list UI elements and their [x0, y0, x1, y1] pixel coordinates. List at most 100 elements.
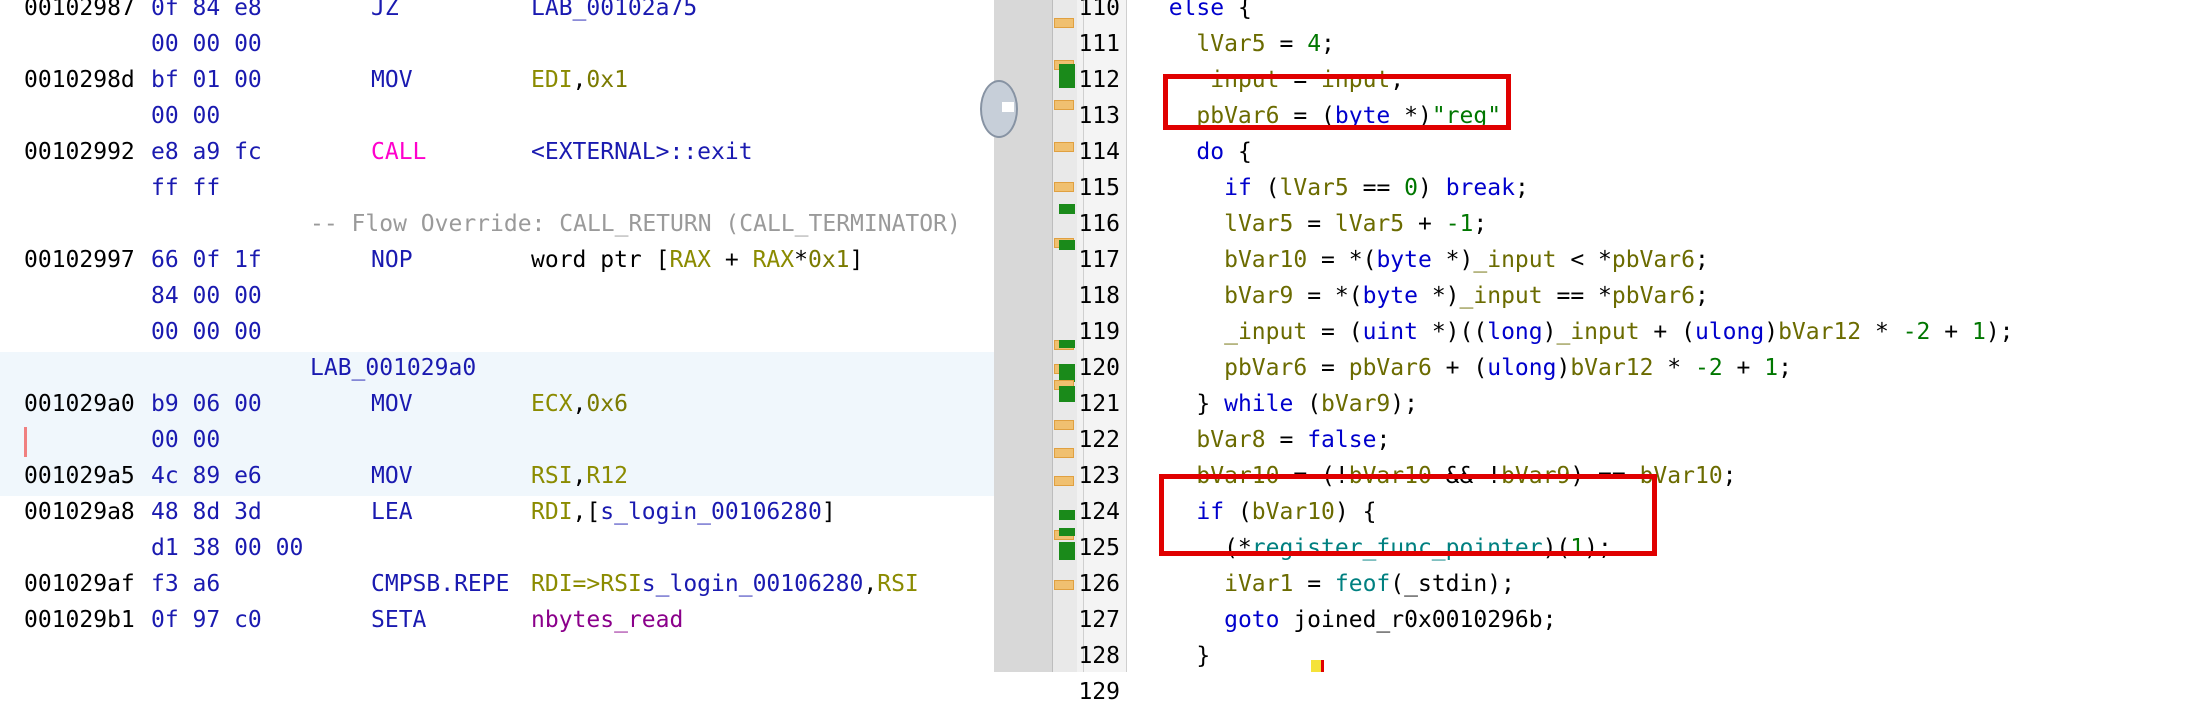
operand[interactable]: RSI,R12: [531, 458, 628, 494]
operand[interactable]: RDI=>RSIs_login_00106280,RSI: [531, 566, 919, 602]
overview-marker-orange[interactable]: [1054, 420, 1074, 430]
operand[interactable]: ECX,0x6: [531, 386, 628, 422]
instruction-bytes: 0f 84 e8: [151, 0, 262, 21]
code-line[interactable]: }: [1141, 638, 1210, 672]
overview-marker-orange[interactable]: [1054, 142, 1074, 152]
operand-number: 0x6: [586, 391, 628, 417]
code-line[interactable]: lVar5 = 4;: [1141, 26, 1335, 62]
code-line[interactable]: iVar1 = feof(_stdin);: [1141, 566, 1515, 602]
overview-marker-orange[interactable]: [1054, 448, 1074, 458]
address: 001029b1: [24, 607, 135, 633]
listing-row[interactable]: 84 00 00: [0, 278, 994, 314]
listing-row[interactable]: 001029a8 48 8d 3d LEA RDI,[s_login_00106280…: [0, 494, 994, 530]
operand[interactable]: EDI,0x1: [531, 62, 628, 98]
operand-number: 0x1: [807, 247, 850, 273]
code-line[interactable]: } while (bVar9);: [1141, 386, 1418, 422]
mnemonic: MOV: [371, 67, 413, 93]
listing-row[interactable]: 001029a5 4c 89 e6 MOV RSI,R12: [0, 458, 994, 494]
line-number: 125: [1078, 535, 1120, 561]
overview-marker-green[interactable]: [1059, 542, 1075, 560]
operand[interactable]: nbytes_read: [531, 602, 683, 638]
code-line[interactable]: bVar10 = *(byte *)_input < *pbVar6;: [1141, 242, 1709, 278]
listing-row[interactable]: ff ff: [0, 170, 994, 206]
highlight-box-register-call: [1159, 474, 1657, 556]
instruction-bytes: bf 01 00: [151, 67, 262, 93]
listing-row[interactable]: 001029b1 0f 97 c0 SETA nbytes_read: [0, 602, 994, 638]
pane-divider[interactable]: [980, 0, 1052, 672]
overview-marker-green[interactable]: [1059, 510, 1075, 520]
address: 00102997: [24, 247, 135, 273]
operand-register: RDI: [531, 499, 573, 525]
address: 00102992: [24, 139, 135, 165]
overview-marker-green[interactable]: [1059, 386, 1075, 402]
operand-reference: s_login_00106280: [600, 499, 822, 525]
operand-reference: s_login_00106280: [641, 571, 864, 597]
label-row[interactable]: LAB_001029a0: [0, 350, 994, 386]
operand[interactable]: word ptr [RAX + RAX*0x1]: [531, 242, 863, 278]
code-line[interactable]: goto joined_r0x0010296b;: [1141, 602, 1556, 638]
code-line[interactable]: if (lVar5 == 0) break;: [1141, 170, 1529, 206]
overview-marker-green[interactable]: [1059, 204, 1075, 214]
listing-row[interactable]: 001029a0 b9 06 00 MOV ECX,0x6: [0, 386, 994, 422]
operand[interactable]: LAB_00102a75: [531, 0, 697, 26]
operand-register: EDI: [531, 67, 573, 93]
listing-row[interactable]: 001029af f3 a6 CMPSB.REPE RDI=>RSIs_login_0…: [0, 566, 994, 602]
line-number: 113: [1078, 103, 1120, 129]
instruction-bytes: b9 06 00: [151, 391, 262, 417]
operand-register-2: RAX: [752, 247, 795, 273]
code-line[interactable]: else {: [1141, 0, 1252, 26]
overview-marker-green[interactable]: [1059, 528, 1075, 536]
operand[interactable]: <EXTERNAL>::exit: [531, 134, 753, 170]
address: 001029a8: [24, 499, 135, 525]
instruction-bytes: 0f 97 c0: [151, 607, 262, 633]
mnemonic: LEA: [371, 499, 413, 525]
overview-marker-green[interactable]: [1059, 240, 1075, 250]
line-number: 129: [1078, 679, 1120, 705]
overview-marker-orange[interactable]: [1054, 580, 1074, 590]
listing-row[interactable]: 00102997 66 0f 1f NOP word ptr [RAX + RAX*0…: [0, 242, 994, 278]
listing-row[interactable]: 00 00 00: [0, 314, 994, 350]
instruction-bytes: 00 00 00: [151, 31, 262, 57]
listing-row[interactable]: 00 00 00: [0, 26, 994, 62]
listing-row[interactable]: 00 00: [0, 422, 994, 458]
code-line[interactable]: bVar9 = *(byte *)_input == *pbVar6;: [1141, 278, 1709, 314]
instruction-bytes: f3 a6: [151, 571, 221, 597]
line-number: 126: [1078, 571, 1120, 597]
listing-row[interactable]: 00 00: [0, 98, 994, 134]
decompiler-pane[interactable]: else { lVar5 = 4; input = input; pbVar6 …: [1127, 0, 2204, 672]
overview-marker-orange[interactable]: [1054, 476, 1074, 486]
listing-row[interactable]: 0010298d bf 01 00 MOV EDI,0x1: [0, 62, 994, 98]
overview-bar[interactable]: [1052, 0, 1078, 672]
operand-register: RDI=>: [531, 571, 601, 597]
highlight-box-reg-string: [1163, 74, 1511, 130]
overview-marker-orange[interactable]: [1054, 100, 1074, 110]
mnemonic: CMPSB.REPE: [371, 571, 510, 597]
line-number: 111: [1078, 31, 1120, 57]
code-line[interactable]: lVar5 = lVar5 + -1;: [1141, 206, 1487, 242]
line-number: 122: [1078, 427, 1120, 453]
operand-multiply: *: [794, 247, 808, 273]
overview-marker-green[interactable]: [1059, 64, 1075, 88]
operand-separator: ,: [572, 463, 587, 489]
overview-marker-green[interactable]: [1059, 340, 1075, 348]
instruction-bytes: 4c 89 e6: [151, 463, 262, 489]
operand[interactable]: RDI,[s_login_00106280]: [531, 494, 836, 530]
code-line[interactable]: bVar8 = false;: [1141, 422, 1390, 458]
overview-marker-orange[interactable]: [1054, 18, 1074, 28]
code-line[interactable]: pbVar6 = pbVar6 + (ulong)bVar12 * -2 + 1…: [1141, 350, 1792, 386]
listing-pane[interactable]: 00102987 0f 84 e8 JZ LAB_00102a75 00 00 00 00…: [0, 0, 994, 672]
mnemonic: CALL: [371, 139, 427, 165]
listing-row[interactable]: 00102992 e8 a9 fc CALL <EXTERNAL>::exit: [0, 134, 994, 170]
flow-override-row[interactable]: -- Flow Override: CALL_RETURN (CALL_TERM…: [0, 206, 994, 242]
listing-row[interactable]: 00102987 0f 84 e8 JZ LAB_00102a75: [0, 0, 994, 26]
line-number: 114: [1078, 139, 1120, 165]
line-number: 117: [1078, 247, 1120, 273]
operand-plus: +: [711, 247, 753, 273]
listing-row[interactable]: d1 38 00 00: [0, 530, 994, 566]
code-line[interactable]: do {: [1141, 134, 1251, 170]
code-line[interactable]: _input = (uint *)((long)_input + (ulong)…: [1141, 314, 2013, 350]
instruction-bytes: 48 8d 3d: [151, 499, 262, 525]
divider-drag-handle[interactable]: [980, 80, 1018, 138]
instruction-bytes: 00 00: [151, 427, 221, 453]
overview-marker-orange[interactable]: [1054, 182, 1074, 192]
